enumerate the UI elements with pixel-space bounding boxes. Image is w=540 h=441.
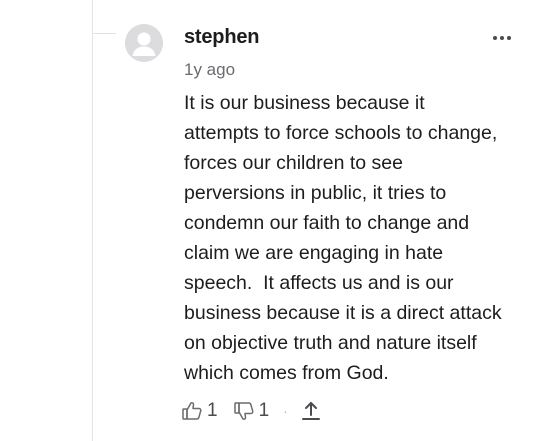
thread-connector (92, 33, 116, 34)
thread-line (92, 0, 93, 441)
like-count: 1 (207, 400, 218, 421)
timestamp: 1y ago (184, 60, 236, 79)
username[interactable]: stephen (184, 26, 259, 49)
dislike-button[interactable]: 1 (232, 399, 270, 423)
more-options-icon (493, 36, 511, 40)
user-avatar-icon (125, 24, 163, 62)
comment-actions: 1 1 · (180, 398, 322, 424)
share-button[interactable] (300, 399, 322, 423)
avatar[interactable] (125, 24, 163, 62)
comment-text: It is our business because it attempts t… (184, 92, 502, 384)
dislike-count: 1 (258, 400, 270, 421)
like-button[interactable]: 1 (180, 399, 218, 423)
thumbs-down-icon (233, 402, 254, 420)
separator: · (283, 403, 288, 419)
share-icon (301, 402, 320, 420)
more-options-button[interactable] (490, 28, 514, 48)
thumbs-up-icon (182, 402, 202, 420)
comment-thread: stephen 1y ago It is our business becaus… (0, 0, 540, 441)
